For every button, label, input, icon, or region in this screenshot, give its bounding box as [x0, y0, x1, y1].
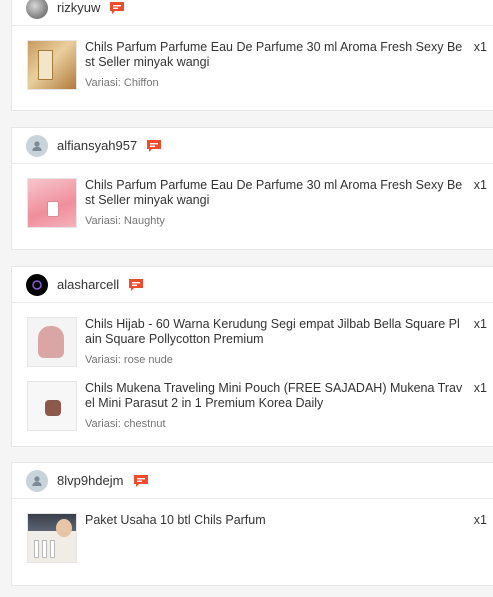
order-card: rizkyuw Chils Parfum Parfume Eau De Parf… — [11, 0, 493, 111]
chat-bubble-icon[interactable] — [133, 474, 149, 488]
order-item[interactable]: Chils Parfum Parfume Eau De Parfume 30 m… — [27, 40, 487, 92]
product-thumbnail[interactable] — [27, 178, 77, 228]
chat-bubble-icon[interactable] — [146, 139, 162, 153]
product-quantity: x1 — [473, 317, 487, 331]
product-name[interactable]: Chils Hijab - 60 Warna Kerudung Segi emp… — [85, 317, 463, 347]
product-variant: Variasi: Chiffon — [85, 77, 159, 89]
user-avatar-icon[interactable] — [26, 134, 48, 157]
product-quantity: x1 — [473, 513, 487, 527]
username[interactable]: rizkyuw — [57, 0, 100, 15]
order-item[interactable]: Chils Parfum Parfume Eau De Parfume 30 m… — [27, 178, 487, 230]
shop-header: alasharcell — [12, 267, 493, 303]
product-name[interactable]: Paket Usaha 10 btl Chils Parfum — [85, 513, 463, 528]
product-quantity: x1 — [473, 40, 487, 54]
order-card: 8lvp9hdejm Paket Usaha 10 btl Chils Parf… — [11, 462, 493, 586]
order-item[interactable]: Chils Hijab - 60 Warna Kerudung Segi emp… — [27, 317, 487, 369]
product-variant: Variasi: Naughty — [85, 215, 165, 227]
product-quantity: x1 — [473, 381, 487, 395]
product-name[interactable]: Chils Parfum Parfume Eau De Parfume 30 m… — [85, 178, 463, 208]
product-variant: Variasi: rose nude — [85, 354, 173, 366]
order-item[interactable]: Chils Mukena Traveling Mini Pouch (FREE … — [27, 381, 487, 433]
chat-bubble-icon[interactable] — [128, 278, 144, 292]
product-variant: Variasi: chestnut — [85, 418, 166, 430]
username[interactable]: alfiansyah957 — [57, 138, 137, 153]
shop-header: alfiansyah957 — [12, 128, 493, 164]
product-thumbnail[interactable] — [27, 513, 77, 563]
chat-bubble-icon[interactable] — [109, 1, 125, 15]
product-thumbnail[interactable] — [27, 40, 77, 90]
user-avatar[interactable] — [26, 273, 48, 296]
product-quantity: x1 — [473, 178, 487, 192]
username[interactable]: 8lvp9hdejm — [57, 473, 124, 488]
user-avatar[interactable] — [26, 0, 48, 19]
order-card: alasharcell Chils Hijab - 60 Warna Kerud… — [11, 266, 493, 447]
order-card: alfiansyah957 Chils Parfum Parfume Eau D… — [11, 127, 493, 250]
product-thumbnail[interactable] — [27, 317, 77, 367]
product-name[interactable]: Chils Parfum Parfume Eau De Parfume 30 m… — [85, 40, 463, 70]
product-thumbnail[interactable] — [27, 381, 77, 431]
shop-header: rizkyuw — [12, 0, 493, 26]
product-name[interactable]: Chils Mukena Traveling Mini Pouch (FREE … — [85, 381, 463, 411]
user-avatar-icon[interactable] — [26, 469, 48, 492]
order-item[interactable]: Paket Usaha 10 btl Chils Parfum x1 — [27, 513, 487, 565]
username[interactable]: alasharcell — [57, 277, 119, 292]
shop-header: 8lvp9hdejm — [12, 463, 493, 499]
